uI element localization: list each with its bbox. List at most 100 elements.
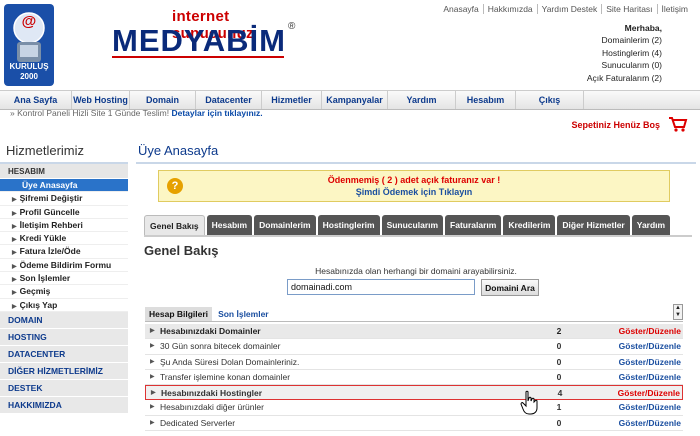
row-action-link[interactable]: Göster/Düzenle [619, 324, 681, 339]
sidebar-item-recent-actions[interactable]: ▶ Son İşlemler [0, 272, 128, 286]
tab-help[interactable]: Yardım [631, 215, 671, 235]
sidebar-category-hosting[interactable]: HOSTING [0, 328, 128, 346]
sidebar-item-label: Ödeme Bildirim Formu [19, 259, 112, 270]
cart-icon[interactable] [668, 116, 688, 132]
sidebar-item-contacts[interactable]: ▶ İletişim Rehberi [0, 219, 128, 233]
row-name: Hesabınızdaki diğer ürünler [160, 402, 264, 413]
badge-label: KURULUŞ [9, 62, 49, 71]
row-action-link[interactable]: Göster/Düzenle [619, 355, 681, 370]
nav-web-hosting[interactable]: Web Hosting [72, 91, 130, 109]
subtab-account-info[interactable]: Hesap Bilgileri [145, 307, 213, 321]
row-name: Şu Anda Süresi Dolan Domainleriniz. [160, 356, 300, 367]
nav-campaigns[interactable]: Kampanyalar [322, 91, 388, 109]
top-link-contact[interactable]: İletişim [656, 4, 692, 14]
sidebar-category-other-services[interactable]: DİĞER HİZMETLERİMİZ [0, 362, 128, 380]
row-action-link[interactable]: Göster/Düzenle [618, 386, 680, 401]
cart-status[interactable]: Sepetiniz Henüz Boş [571, 120, 660, 130]
tab-credits[interactable]: Kredilerim [503, 215, 556, 235]
nav-account[interactable]: Hesabım [456, 91, 516, 109]
welcome-hostings[interactable]: Hostinglerim (4) [522, 47, 662, 59]
nav-services[interactable]: Hizmetler [262, 91, 322, 109]
arrow-right-icon: ▶ [150, 343, 155, 350]
domain-search-button[interactable]: Domaini Ara [481, 279, 539, 296]
row-action-link[interactable]: Göster/Düzenle [619, 339, 681, 354]
sidebar-item-label: Üye Anasayfa [22, 180, 78, 190]
row-action-link[interactable]: Göster/Düzenle [619, 416, 681, 431]
sidebar-item-logout[interactable]: ▶ Çıkış Yap [0, 299, 128, 312]
row-count: 2 [556, 326, 562, 336]
top-link-sitemap[interactable]: Site Haritası [601, 4, 656, 14]
brand-name: MEDYABİM [112, 23, 286, 58]
table-row-highlighted[interactable]: ▶ Hesabınızdaki Hostingler 4 Göster/Düzenle [145, 385, 683, 401]
nav-home[interactable]: Ana Sayfa [0, 91, 72, 109]
welcome-servers[interactable]: Sunucularım (0) [522, 59, 662, 71]
brand-logo[interactable]: internet sunucunuz MEDYABİM ® [112, 8, 302, 58]
top-link-support[interactable]: Yardım Destek [536, 4, 602, 14]
sidebar-item-member-home[interactable]: Üye Anasayfa [0, 179, 128, 193]
unpaid-invoice-alert[interactable]: ? Ödenmemiş ( 2 ) adet açık faturanız va… [158, 170, 670, 202]
row-count: 4 [557, 388, 563, 399]
row-name: Hesabınızdaki Hostingler [161, 388, 263, 399]
arrow-right-icon: ▶ [12, 263, 17, 270]
ticker-message: Kontrol Paneli Hizli Site 1 Günde Teslim… [17, 108, 170, 118]
sidebar-item-label: Çıkış Yap [19, 299, 58, 310]
table-row[interactable]: ▶ Dedicated Serverler 0 Göster/Düzenle [145, 416, 683, 432]
row-action-link[interactable]: Göster/Düzenle [619, 370, 681, 385]
sidebar-item-invoices[interactable]: ▶ Fatura İzle/Öde [0, 245, 128, 259]
sidebar-item-load-credit[interactable]: ▶ Kredi Yükle [0, 232, 128, 246]
top-link-home[interactable]: Anasayfa [439, 4, 482, 14]
welcome-domains[interactable]: Domainlerim (2) [522, 34, 662, 46]
row-action-link[interactable]: Göster/Düzenle [619, 400, 681, 415]
table-row[interactable]: ▶ Hesabınızdaki diğer ürünler 1 Göster/Düze… [145, 400, 683, 416]
arrow-right-icon: ▶ [12, 237, 17, 244]
account-summary-table: ▶ Hesabınızdaki Domainler 2 Göster/Düzenle … [145, 324, 683, 432]
header: @ KURULUŞ 2000 internet sunucunuz MEDYAB… [0, 0, 700, 90]
search-label: Hesabınızda olan herhangi bir domaini ar… [315, 266, 517, 276]
main-content: Üye Anasayfa ? Ödenmemiş ( 2 ) adet açık… [136, 140, 696, 436]
table-row[interactable]: ▶ 30 Gün sonra bitecek domainler 0 Göster/D… [145, 339, 683, 355]
nav-datacenter[interactable]: Datacenter [196, 91, 262, 109]
ticker-text: » Kontrol Paneli Hizli Site 1 Günde Tesl… [10, 108, 263, 118]
sidebar-item-update-profile[interactable]: ▶ Profil Güncelle [0, 206, 128, 219]
top-links: Anasayfa Hakkımızda Yardım Destek Site H… [439, 4, 692, 14]
overview-title: Genel Bakış [144, 243, 219, 258]
table-row[interactable]: ▶ Şu Anda Süresi Dolan Domainleriniz. 0 Gös… [145, 355, 683, 370]
arrow-right-icon: ▶ [150, 373, 155, 380]
sidebar-category-datacenter[interactable]: DATACENTER [0, 345, 128, 363]
tab-domains[interactable]: Domainlerim [254, 215, 316, 235]
sidebar-category-support[interactable]: DESTEK [0, 379, 128, 397]
sidebar-title: Hizmetlerimiz [0, 140, 128, 164]
sidebar: Hizmetlerimiz HESABIM Üye Anasayfa ▶ Şifr… [0, 140, 128, 436]
welcome-invoices[interactable]: Açık Faturalarım (2) [522, 72, 662, 84]
subtab-recent-actions[interactable]: Son İşlemler [214, 307, 273, 321]
scroll-arrows[interactable]: ▲ ▼ [673, 304, 683, 320]
tab-servers[interactable]: Sunucularım [381, 215, 444, 235]
sidebar-item-change-password[interactable]: ▶ Şifremi Değiştir [0, 192, 128, 206]
sidebar-section-account: HESABIM [0, 164, 128, 179]
tab-hostings[interactable]: Hostinglerim [317, 215, 380, 235]
sidebar-item-payment-form[interactable]: ▶ Ödeme Bildirim Formu [0, 259, 128, 273]
domain-search-input[interactable] [287, 279, 475, 295]
tab-divider [144, 235, 692, 237]
tab-overview[interactable]: Genel Bakış [144, 215, 205, 235]
arrow-right-icon: ▶ [12, 197, 17, 204]
nav-help[interactable]: Yardım [388, 91, 456, 109]
pay-now-link[interactable]: Şimdi Ödemek için Tıklayın [159, 187, 669, 197]
sidebar-category-domain[interactable]: DOMAIN [0, 311, 128, 329]
tab-other-services[interactable]: Diğer Hizmetler [557, 215, 630, 235]
account-tabs: Genel Bakış Hesabım Domainlerim Hostingl… [144, 215, 671, 235]
tab-invoices[interactable]: Faturalarım [445, 215, 502, 235]
table-row[interactable]: ▶ Transfer işlemine konan domainler 0 Göste… [145, 370, 683, 386]
top-link-about[interactable]: Hakkımızda [482, 4, 537, 14]
sidebar-item-history[interactable]: ▶ Geçmiş [0, 285, 128, 299]
arrow-right-icon: ▶ [150, 328, 155, 334]
ticker-link[interactable]: Detaylar için tıklayınız. [171, 108, 262, 118]
table-row[interactable]: ▶ Hesabınızdaki Domainler 2 Göster/Düzenle [145, 324, 683, 340]
main-nav: Ana Sayfa Web Hosting Domain Datacenter … [0, 90, 700, 110]
tab-account[interactable]: Hesabım [206, 215, 253, 235]
row-count: 0 [556, 371, 562, 382]
alert-message: Ödenmemiş ( 2 ) adet açık faturanız var … [327, 175, 501, 185]
sidebar-category-about[interactable]: HAKKIMIZDA [0, 396, 128, 414]
nav-domain[interactable]: Domain [130, 91, 196, 109]
nav-logout[interactable]: Çıkış [516, 91, 584, 109]
